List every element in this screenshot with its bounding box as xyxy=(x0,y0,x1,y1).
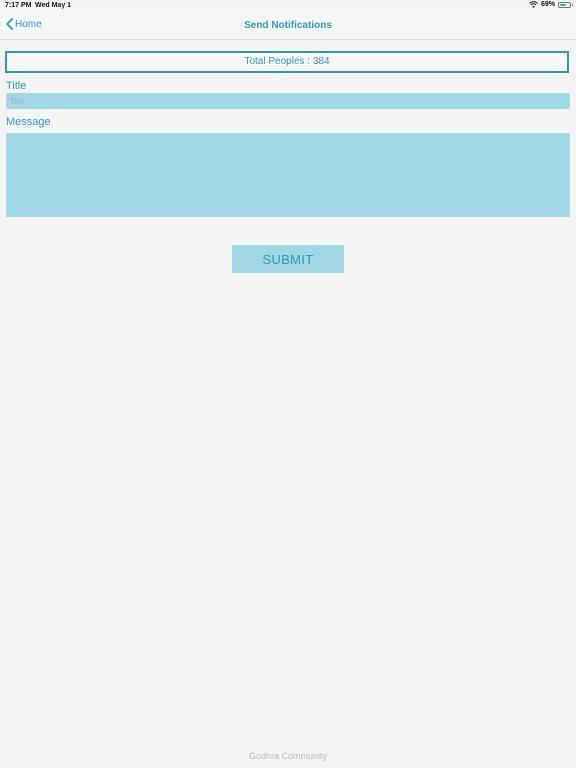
wifi-icon xyxy=(529,1,538,8)
total-peoples-label: Total Peoples : 384 xyxy=(244,56,330,67)
title-label: Title xyxy=(6,80,27,92)
message-label: Message xyxy=(6,116,51,128)
status-indicators: 69% xyxy=(529,1,573,8)
footer-brand-text: Godhra Community xyxy=(248,751,328,761)
title-input[interactable] xyxy=(6,93,570,109)
submit-button[interactable]: SUBMIT xyxy=(232,245,344,273)
status-time: 7:17 PM xyxy=(5,2,32,9)
status-date: Wed May 1 xyxy=(35,2,72,9)
battery-fill xyxy=(560,3,566,6)
battery-cap xyxy=(572,3,573,6)
status-bar: 7:17 PM Wed May 1 69% xyxy=(0,0,576,12)
message-textarea[interactable] xyxy=(6,133,570,217)
total-peoples-box: Total Peoples : 384 xyxy=(5,51,569,73)
page-title: Send Notifications xyxy=(244,20,332,31)
battery-icon xyxy=(558,1,573,8)
navigation-bar: Home Send Notifications xyxy=(0,12,576,40)
battery-percent: 69% xyxy=(540,1,555,8)
